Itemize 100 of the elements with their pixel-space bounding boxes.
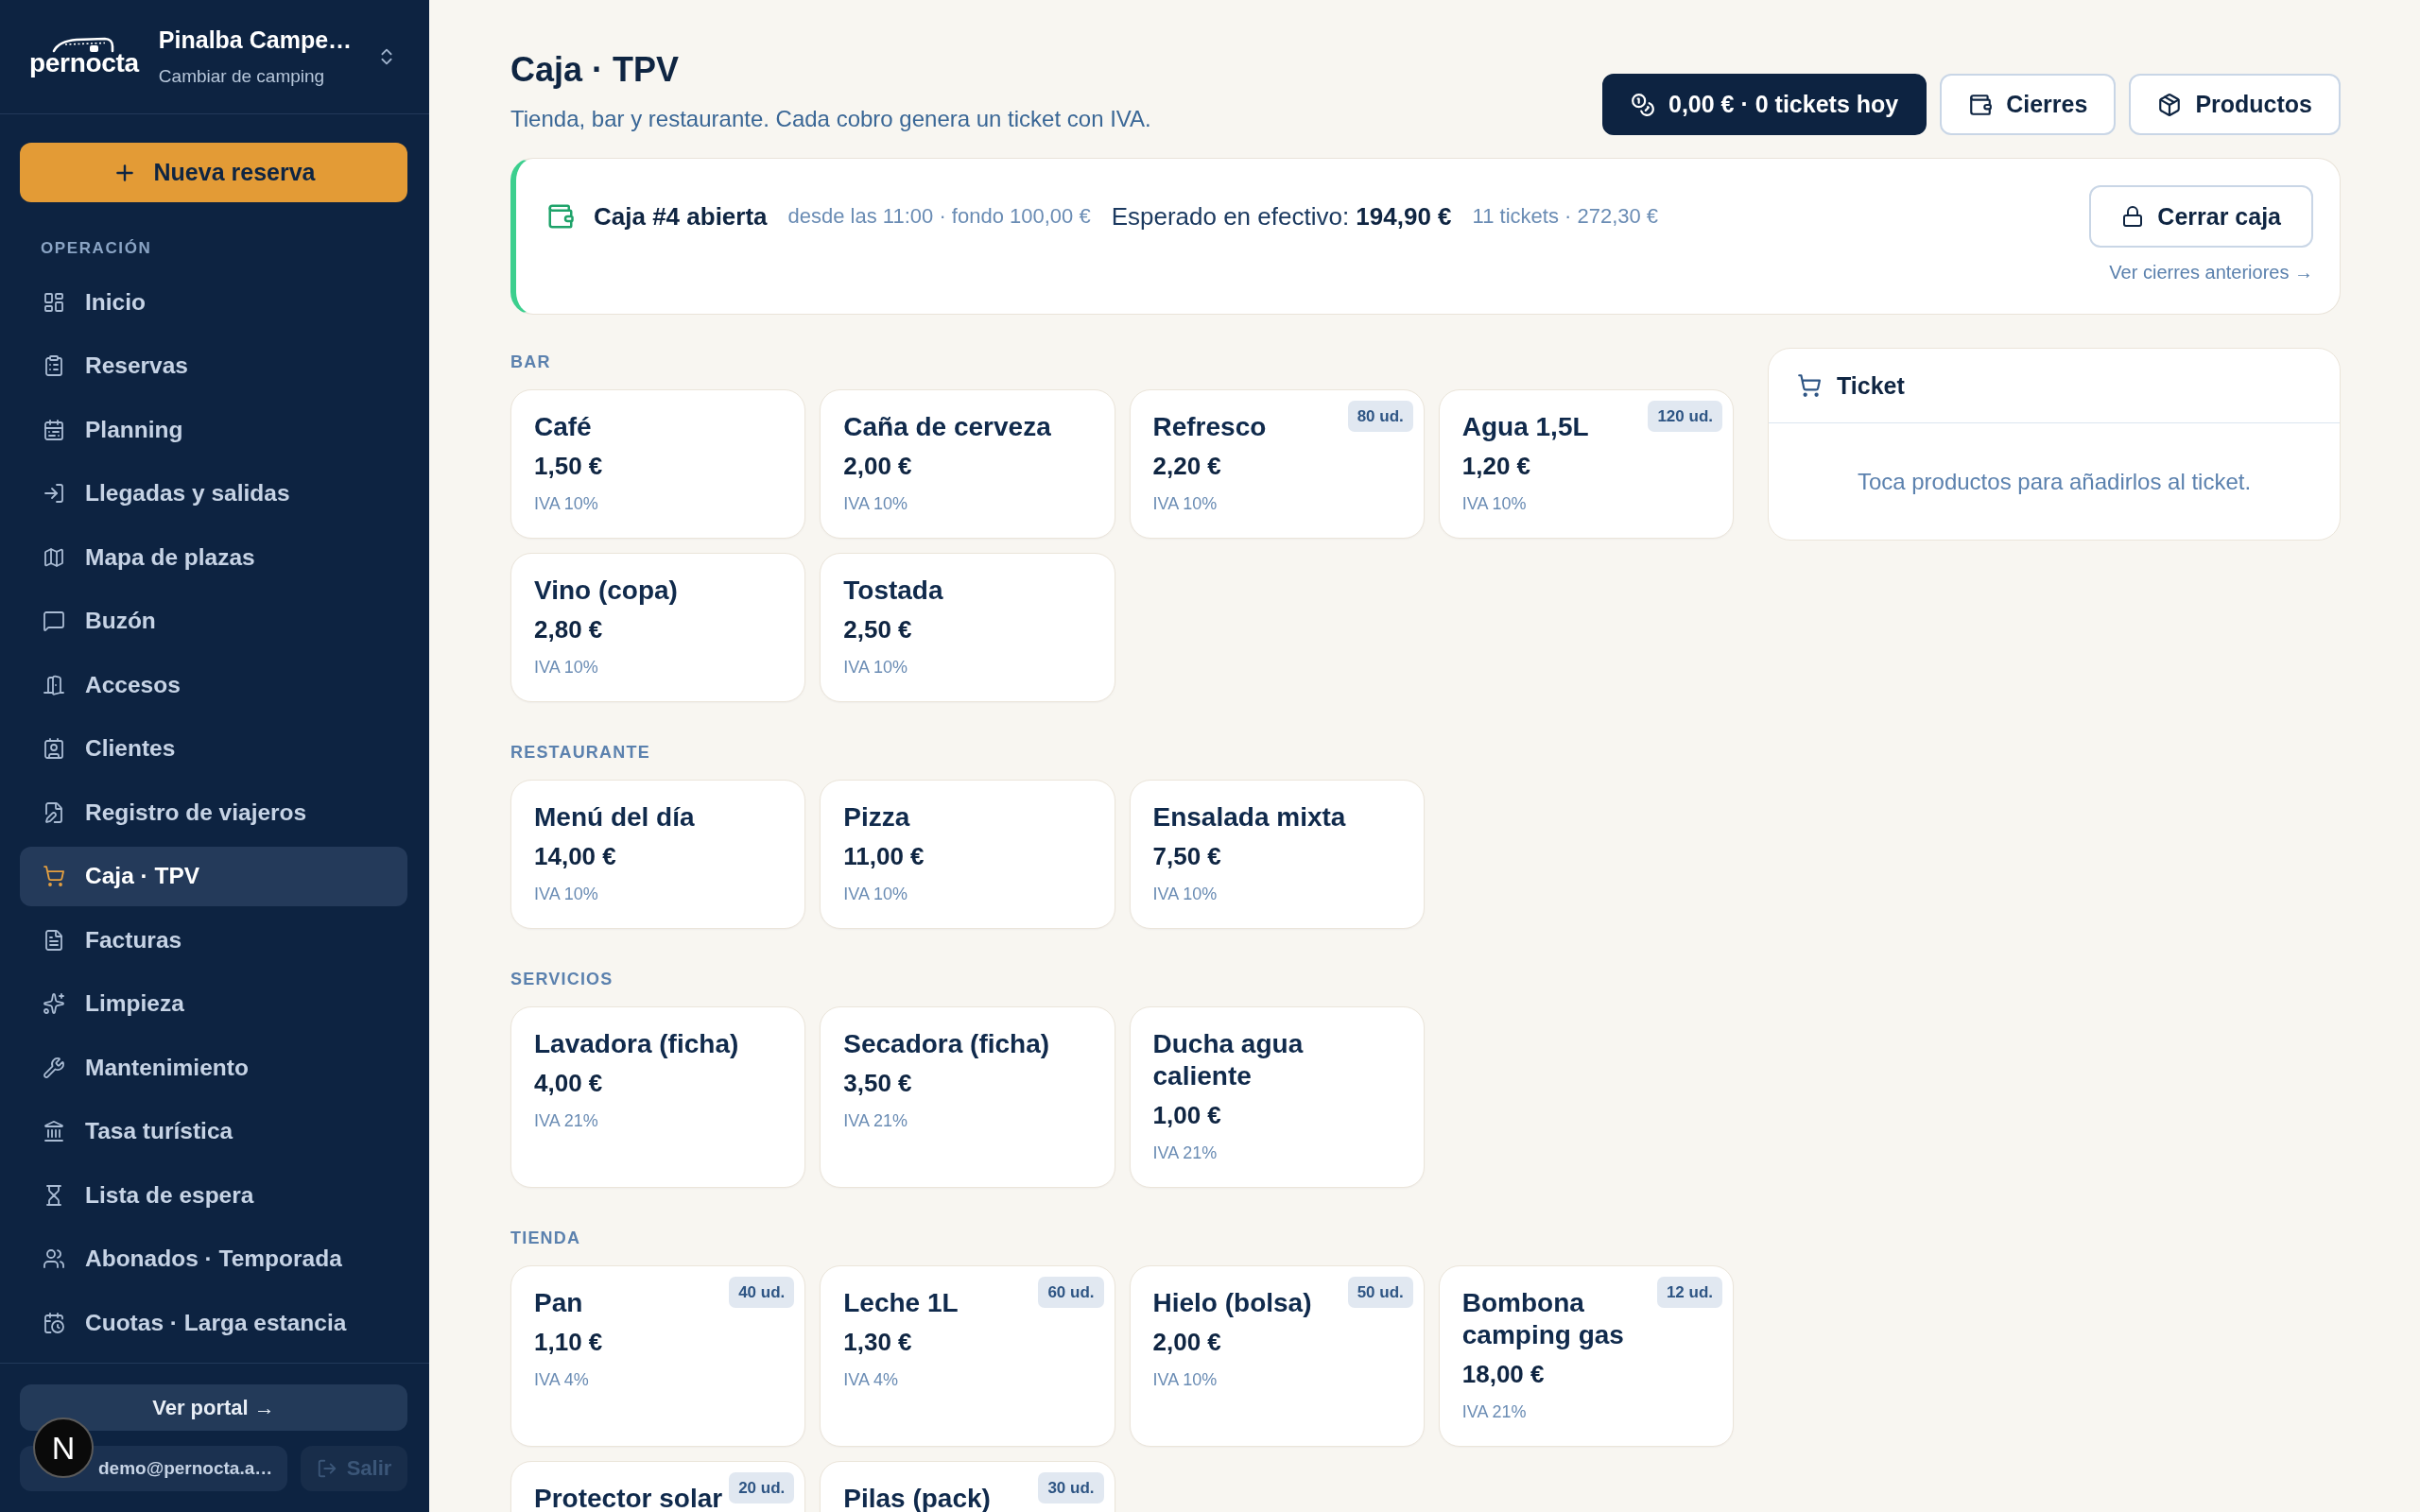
brand-name: pernocta — [29, 48, 139, 77]
product-tax: IVA 10% — [534, 493, 599, 515]
product-tax: IVA 10% — [534, 884, 599, 905]
product-name: Tostada — [843, 575, 944, 607]
product-price: 3,50 € — [843, 1068, 913, 1098]
product-card[interactable]: Menú del día 14,00 € IVA 10% — [510, 780, 806, 929]
product-price: 2,00 € — [843, 451, 913, 481]
close-register-button[interactable]: Cerrar caja — [2089, 185, 2313, 248]
header-button[interactable]: Cierres — [1940, 74, 2117, 135]
product-card[interactable]: Leche 1L 60 ud. 1,30 € IVA 4% — [820, 1265, 1115, 1447]
register-name: Caja #4 abierta — [594, 201, 768, 232]
stock-badge: 80 ud. — [1347, 401, 1413, 432]
van-outline-icon — [52, 36, 114, 53]
calendar-clock-icon — [43, 1311, 65, 1334]
new-booking-button[interactable]: Nueva reserva — [20, 143, 407, 202]
nav-item[interactable]: Abonados · Temporada — [20, 1228, 407, 1289]
product-card[interactable]: Pilas (pack) 30 ud. — [820, 1461, 1115, 1512]
product-card[interactable]: Ensalada mixta 7,50 € IVA 10% — [1129, 780, 1425, 929]
nav-item[interactable]: Facturas — [20, 910, 407, 970]
file-pen-icon — [43, 800, 65, 824]
product-name: Ensalada mixta — [1152, 801, 1347, 833]
product-card[interactable]: Vino (copa) 2,80 € IVA 10% — [510, 553, 806, 702]
coins-icon — [1631, 92, 1655, 117]
product-tax: IVA 10% — [1152, 884, 1219, 905]
nav-item[interactable]: Caja · TPV — [20, 846, 407, 906]
product-price: 14,00 € — [534, 841, 617, 871]
product-card[interactable]: Lavadora (ficha) 4,00 € IVA 21% — [510, 1006, 806, 1188]
product-price: 2,80 € — [534, 614, 604, 644]
nav-item[interactable]: Limpieza — [20, 973, 407, 1034]
product-price: 7,50 € — [1152, 841, 1222, 871]
nav-item[interactable]: Clientes — [20, 718, 407, 779]
product-tax: IVA 10% — [1152, 1369, 1219, 1391]
product-price: 4,00 € — [534, 1068, 604, 1098]
package-icon — [2157, 92, 2183, 117]
product-price: 1,00 € — [1152, 1100, 1222, 1130]
product-tax: IVA 10% — [534, 657, 599, 679]
section-label: RESTAURANTE — [510, 742, 651, 763]
product-tax: IVA 21% — [1152, 1143, 1219, 1164]
product-card[interactable]: Pizza 11,00 € IVA 10% — [820, 780, 1115, 929]
previous-closures-link[interactable]: Ver cierres anteriores → — [2109, 261, 2313, 284]
nav-item[interactable]: Cuotas · Larga estancia — [20, 1293, 407, 1352]
product-name: Agua 1,5L — [1461, 411, 1590, 443]
product-tax: IVA 21% — [534, 1110, 599, 1132]
camping-switch-label: Cambiar de camping — [158, 65, 326, 88]
product-price: 11,00 € — [843, 841, 925, 871]
product-card[interactable]: Café 1,50 € IVA 10% — [510, 389, 806, 539]
nav-item[interactable]: Tasa turística — [20, 1101, 407, 1161]
nav-item[interactable]: Mantenimiento — [20, 1038, 407, 1097]
product-tax: IVA 21% — [1461, 1401, 1528, 1423]
daily-summary-button[interactable]: 0,00 € · 0 tickets hoy — [1602, 74, 1927, 135]
product-card[interactable]: Tostada 2,50 € IVA 10% — [820, 553, 1115, 702]
product-name: Pizza — [843, 801, 911, 833]
section-label: BAR — [510, 352, 552, 372]
product-card[interactable]: Pan 40 ud. 1,10 € IVA 4% — [510, 1265, 806, 1447]
nav-item[interactable]: Mapa de plazas — [20, 527, 407, 587]
wrench-icon — [43, 1056, 65, 1079]
contact-card-icon — [43, 737, 65, 760]
wallet-icon — [546, 202, 575, 231]
product-name: Secadora (ficha) — [843, 1028, 1051, 1060]
product-card[interactable]: Ducha agua caliente 1,00 € IVA 21% — [1129, 1006, 1425, 1188]
product-card[interactable]: Secadora (ficha) 3,50 € IVA 21% — [820, 1006, 1115, 1188]
logout-icon — [316, 1458, 337, 1479]
product-card[interactable]: Caña de cerveza 2,00 € IVA 10% — [820, 389, 1115, 539]
door-icon — [43, 673, 65, 696]
product-card[interactable]: Agua 1,5L 120 ud. 1,20 € IVA 10% — [1438, 389, 1734, 539]
product-card[interactable]: Hielo (bolsa) 50 ud. 2,00 € IVA 10% — [1129, 1265, 1425, 1447]
nav-item[interactable]: Llegadas y salidas — [20, 463, 407, 524]
product-card[interactable]: Refresco 80 ud. 2,20 € IVA 10% — [1129, 389, 1425, 539]
product-name: Pilas (pack) — [843, 1483, 992, 1512]
section-label: TIENDA — [510, 1228, 582, 1248]
nav-item[interactable]: Accesos — [20, 655, 407, 714]
nav-item[interactable]: Registro de viajeros — [20, 782, 407, 842]
nav-item[interactable]: Lista de espera — [20, 1165, 407, 1225]
product-name: Ducha agua caliente — [1152, 1028, 1305, 1092]
product-name: Hielo (bolsa) — [1152, 1287, 1313, 1319]
calendar-icon — [43, 418, 65, 441]
product-name: Pan — [534, 1287, 584, 1319]
product-name: Vino (copa) — [534, 575, 679, 607]
nav-item[interactable]: Inicio — [20, 272, 407, 332]
ticket-title: Ticket — [1837, 371, 1905, 400]
product-tax: IVA 4% — [843, 1369, 899, 1391]
users-icon — [43, 1247, 65, 1270]
cart-icon — [43, 865, 65, 887]
nav-item[interactable]: Buzón — [20, 591, 407, 651]
register-meta: desde las 11:00 · fondo 100,00 € — [787, 204, 1091, 229]
section-label: SERVICIOS — [510, 969, 614, 989]
empty-ticket-message: Toca productos para añadirlos al ticket. — [1857, 469, 2252, 495]
map-icon — [43, 545, 65, 569]
nav-item[interactable]: Reservas — [20, 335, 407, 396]
portal-button[interactable]: Ver portal → — [20, 1384, 407, 1431]
expected-cash: Esperado en efectivo: 194,90 € — [1111, 201, 1452, 232]
product-card[interactable]: Bombona camping gas 12 ud. 18,00 € IVA 21% — [1438, 1265, 1734, 1447]
product-card[interactable]: Protector solar 20 ud. — [510, 1461, 806, 1512]
product-name: Protector solar — [534, 1483, 724, 1512]
nav-item[interactable]: Planning — [20, 400, 407, 459]
product-tax: IVA 4% — [534, 1369, 590, 1391]
stock-badge: 50 ud. — [1347, 1277, 1413, 1308]
header-button[interactable]: Productos — [2129, 74, 2341, 135]
product-name: Menú del día — [534, 801, 696, 833]
register-totals: 11 tickets · 272,30 € — [1472, 204, 1659, 229]
